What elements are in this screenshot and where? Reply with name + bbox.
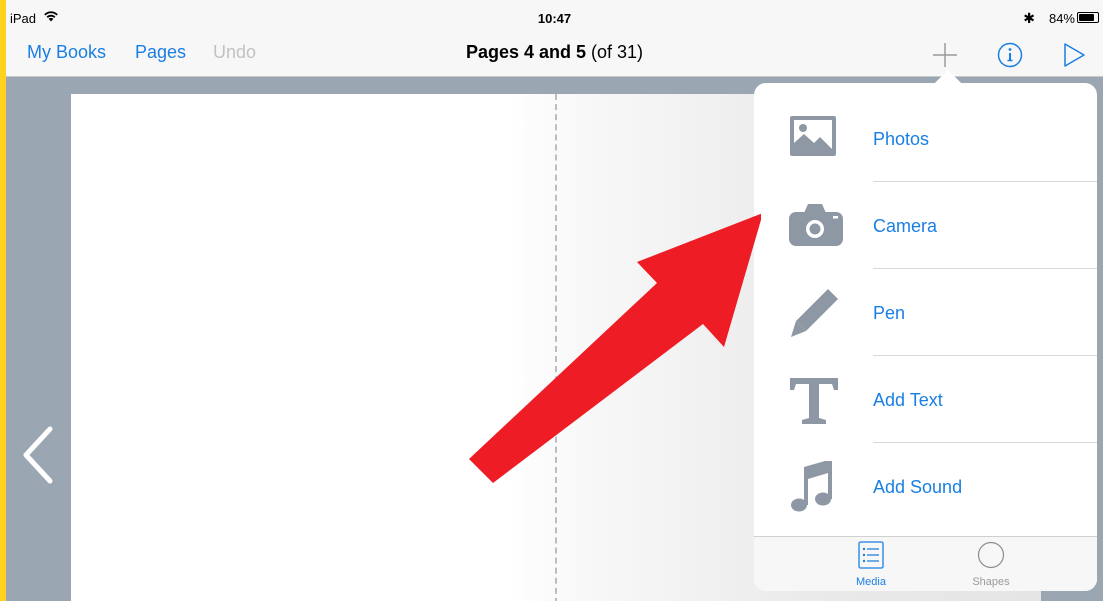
text-icon	[784, 374, 844, 426]
bluetooth-icon: ✱	[1023, 10, 1035, 26]
menu-item-label: Photos	[873, 129, 930, 149]
menu-item-add-sound[interactable]: Add Sound	[754, 443, 1097, 530]
page-title-main: Pages 4 and 5	[465, 42, 586, 62]
menu-item-pen[interactable]: Pen	[754, 269, 1097, 356]
status-bar: iPad 10:47 ✱ 84%	[6, 0, 1103, 34]
play-icon[interactable]	[1059, 38, 1089, 75]
ipad-screen: iPad 10:47 ✱ 84% My Books Pages Undo Pag…	[6, 0, 1103, 601]
circle-shape-icon	[977, 541, 1005, 573]
photos-icon	[784, 113, 844, 165]
navigation-bar: My Books Pages Undo Pages 4 and 5 (of 31…	[6, 34, 1103, 77]
page-title-count: (of 31)	[591, 42, 644, 62]
chevron-left-icon[interactable]	[20, 425, 56, 490]
tab-label: Media	[856, 576, 886, 588]
menu-item-camera[interactable]: Camera	[754, 182, 1097, 269]
tab-label: Shapes	[972, 576, 1010, 588]
menu-item-photos[interactable]: Photos	[754, 95, 1097, 182]
pen-icon	[784, 287, 844, 339]
insert-media-popover: Photos Camera Pen Add Text Add Sound Med…	[754, 83, 1097, 591]
battery-icon	[1077, 12, 1099, 23]
menu-item-add-text[interactable]: Add Text	[754, 356, 1097, 443]
list-icon	[858, 541, 884, 573]
tab-media[interactable]: Media	[831, 541, 911, 588]
menu-item-label: Add Sound	[873, 477, 963, 497]
annotation-arrow-icon	[461, 210, 763, 490]
popover-tab-bar: Media Shapes	[754, 536, 1097, 591]
menu-item-label: Camera	[873, 216, 938, 236]
tab-shapes[interactable]: Shapes	[951, 541, 1031, 588]
menu-item-label: Pen	[873, 303, 906, 323]
music-note-icon	[784, 459, 844, 513]
plus-icon[interactable]	[930, 38, 960, 75]
camera-icon	[784, 200, 844, 252]
clock: 10:47	[537, 11, 572, 26]
battery-percentage: 84%	[1048, 11, 1075, 26]
menu-item-label: Add Text	[873, 390, 943, 410]
info-icon[interactable]	[995, 38, 1025, 75]
